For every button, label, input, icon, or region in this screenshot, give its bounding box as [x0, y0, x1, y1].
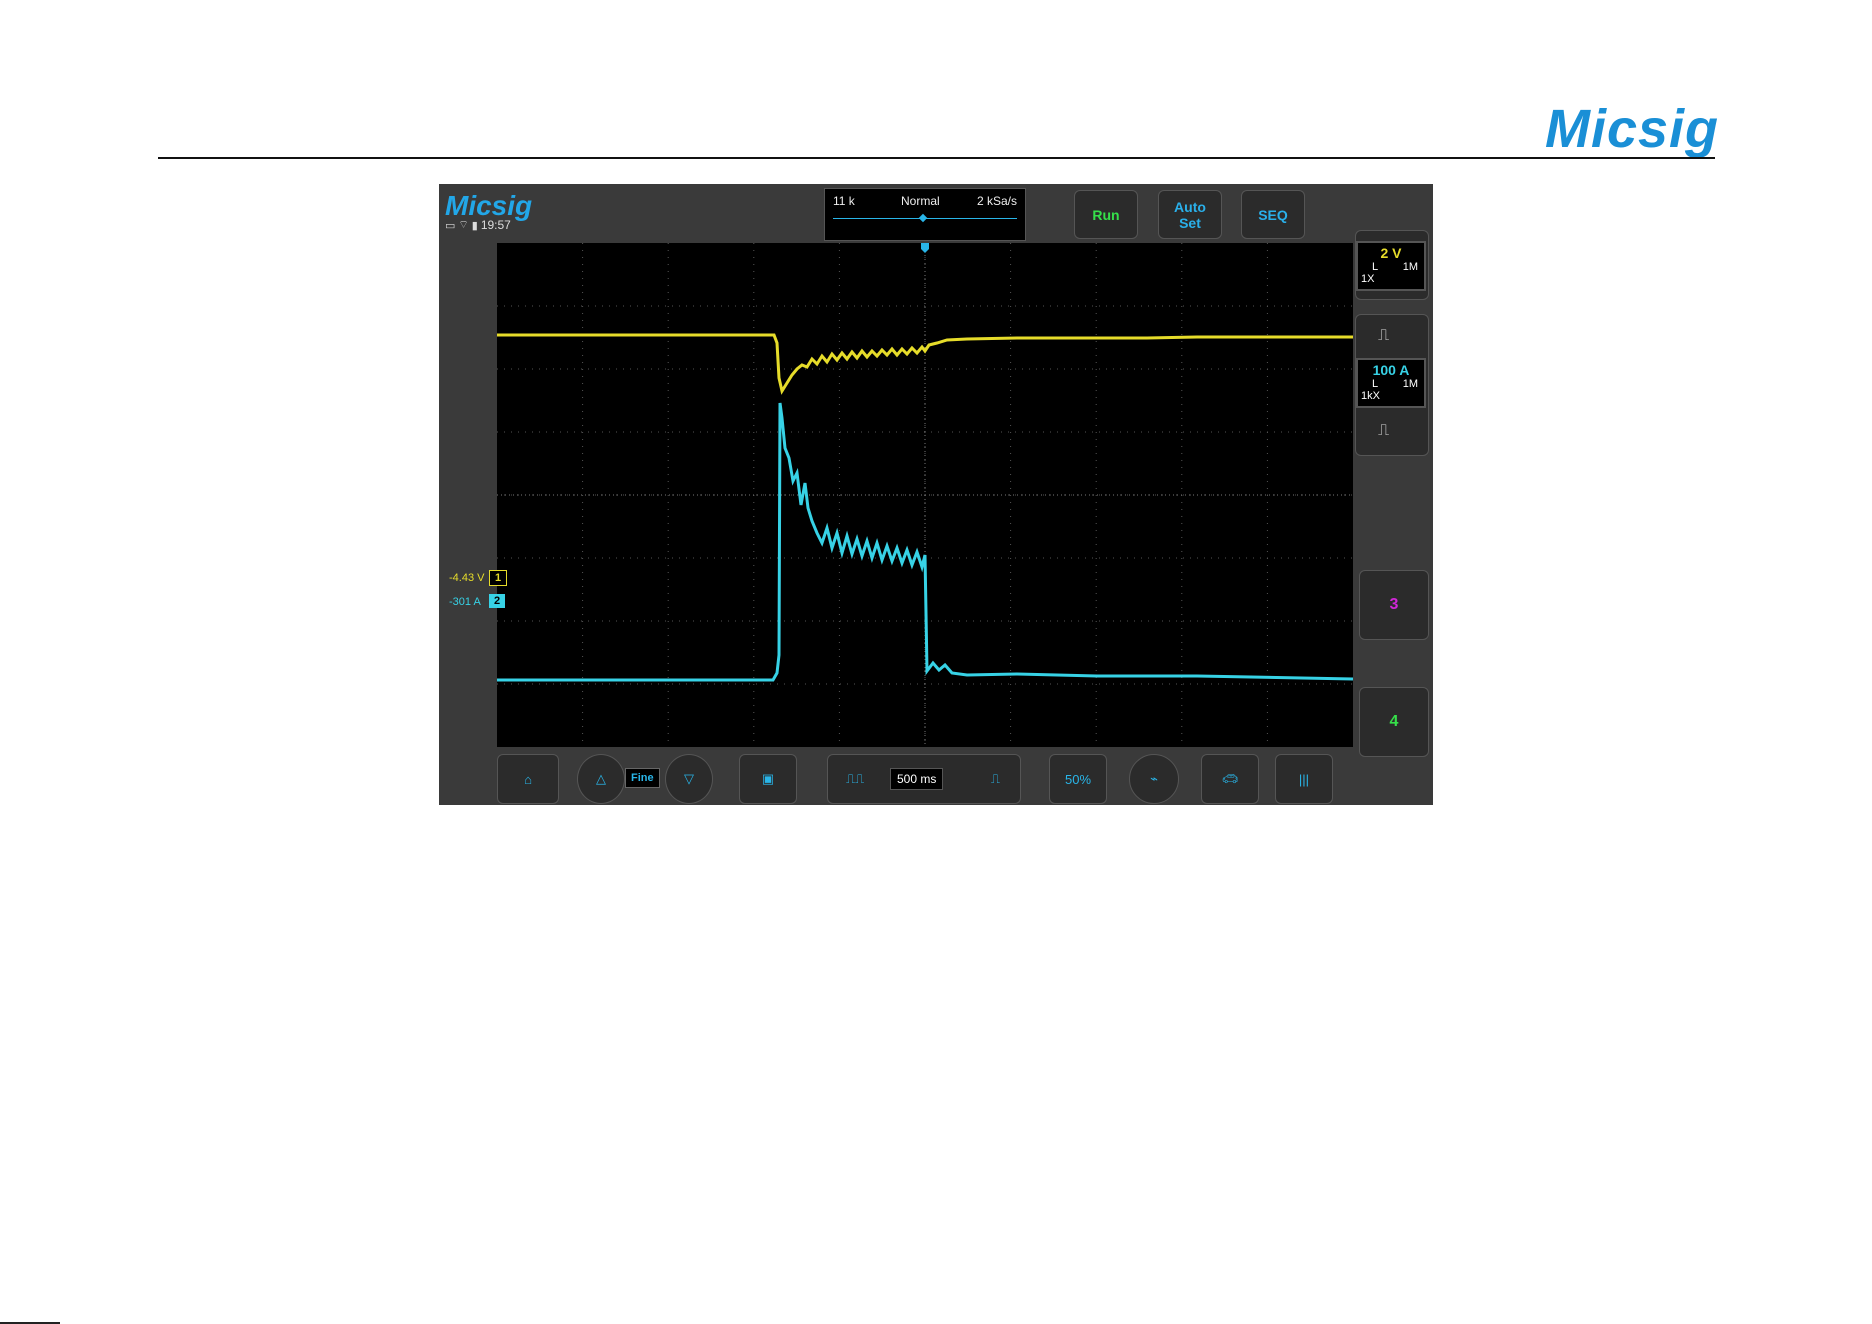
scroll-up-button[interactable]: △: [577, 754, 625, 804]
channel-1-settings[interactable]: 2 V L 1M 1X: [1356, 241, 1426, 291]
clock: 19:57: [480, 218, 511, 232]
channel-1-impedance: 1M: [1402, 261, 1418, 273]
measure-button[interactable]: ⌁: [1129, 754, 1179, 804]
down-icon: ▽: [684, 771, 694, 786]
waveform-grid: [497, 243, 1353, 747]
trigger-50-button[interactable]: 50%: [1049, 754, 1107, 804]
save-icon: ▣: [761, 771, 775, 786]
header-rule: [158, 157, 1715, 159]
waveform-display[interactable]: [497, 243, 1353, 747]
channel-3-button[interactable]: 3: [1359, 570, 1429, 640]
zoom-out-wave-icon[interactable]: ⎍⎍: [846, 771, 864, 787]
cursor-lines-icon: |||: [1298, 771, 1310, 787]
home-button[interactable]: ⌂: [497, 754, 559, 804]
channel-1-coupling: L: [1372, 261, 1379, 273]
run-button[interactable]: Run: [1074, 190, 1138, 239]
measure-icon: ⌁: [1150, 771, 1158, 786]
seq-button[interactable]: SEQ: [1241, 190, 1305, 239]
timebase-control[interactable]: ⎍⎍ 500 ms ⎍: [827, 754, 1021, 804]
oscilloscope-screen: Micsig ▭ ⌔ ▮ 19:57 11 k Normal 2 kSa/s R…: [439, 184, 1433, 805]
channel-1-level-marker[interactable]: 1: [489, 570, 507, 586]
channel-1-offset-value: -4.43 V: [449, 572, 485, 584]
channel-1-probe: 1X: [1361, 273, 1375, 285]
channel-2-settings[interactable]: 100 A L 1M 1kX: [1356, 358, 1426, 408]
battery-icon: ▮: [471, 219, 478, 232]
channel-2-coupling: L: [1372, 378, 1379, 390]
timebase-value: 500 ms: [890, 768, 944, 790]
save-button[interactable]: ▣: [739, 754, 797, 804]
pulse-up-icon[interactable]: ⎍: [1378, 325, 1389, 345]
channel-1-scale: 2 V: [1380, 245, 1402, 261]
zoom-in-wave-icon[interactable]: ⎍: [991, 771, 1000, 787]
fifty-percent-icon: 50%: [1064, 771, 1092, 787]
fine-toggle[interactable]: Fine: [625, 768, 660, 788]
memory-position-marker[interactable]: [918, 213, 928, 223]
wifi-icon: ⌔: [458, 219, 469, 231]
acquisition-panel[interactable]: 11 k Normal 2 kSa/s: [824, 188, 1026, 241]
channel-2-offset: -301 A: [449, 596, 481, 608]
home-icon: ⌂: [524, 771, 532, 787]
channel-2-probe: 1kX: [1361, 390, 1380, 402]
automotive-button[interactable]: 🚗︎: [1201, 754, 1259, 804]
channel-2-impedance: 1M: [1402, 378, 1418, 390]
trigger-position-marker: [921, 243, 929, 253]
scroll-down-button[interactable]: ▽: [665, 754, 713, 804]
channel-2-trace: [497, 402, 1353, 682]
car-icon: 🚗︎: [1221, 771, 1239, 786]
channel-1-offset: -4.43 V: [449, 572, 484, 584]
channel-4-button[interactable]: 4: [1359, 687, 1429, 757]
memory-depth: 11 k: [833, 194, 855, 208]
channel-1-panel[interactable]: 2 V L 1M 1X: [1355, 230, 1429, 300]
pulse-down-icon[interactable]: ⎍: [1378, 420, 1389, 440]
channel-2-panel[interactable]: ⎍ 100 A L 1M 1kX ⎍: [1355, 314, 1429, 456]
up-icon: △: [596, 771, 606, 786]
channel-2-offset-value: -301 A: [449, 596, 481, 608]
channel-2-scale: 100 A: [1372, 362, 1410, 378]
cursor-button[interactable]: |||: [1275, 754, 1333, 804]
auto-set-button[interactable]: Auto Set: [1158, 190, 1222, 239]
brand-logo: Micsig: [1545, 99, 1720, 159]
monitor-icon: ▭: [445, 219, 456, 232]
channel-2-level-marker[interactable]: 2: [489, 594, 505, 608]
auto-set-label: Auto Set: [1174, 198, 1206, 231]
sample-rate: 2 kSa/s: [976, 194, 1017, 208]
status-bar: ▭ ⌔ ▮ 19:57: [445, 218, 511, 232]
acquisition-mode: Normal: [901, 194, 940, 208]
